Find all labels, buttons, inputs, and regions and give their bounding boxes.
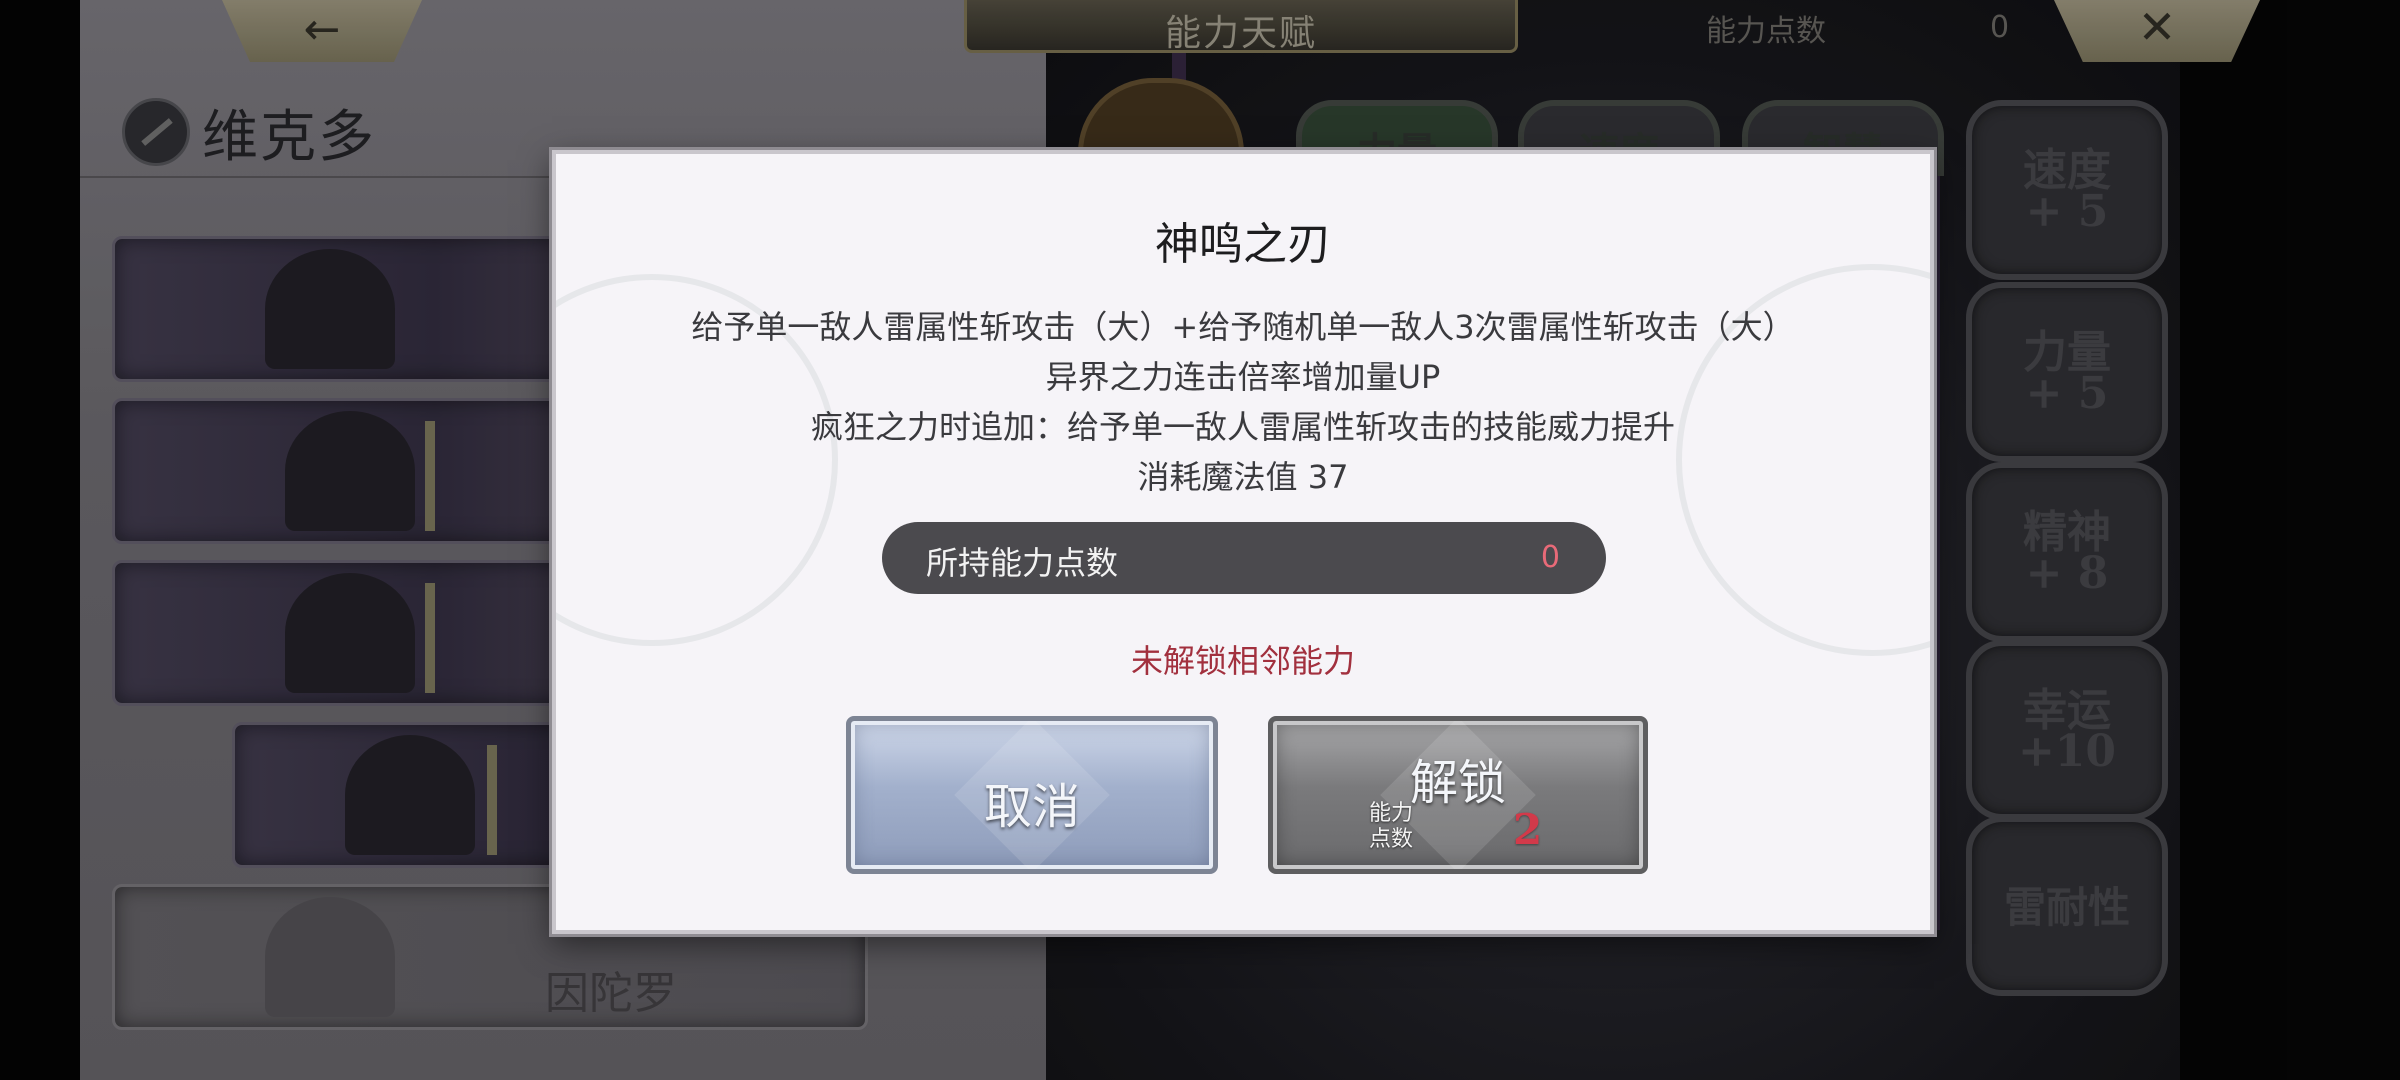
cancel-button-label: 取消: [983, 779, 1080, 835]
owned-points-label: 所持能力点数: [926, 544, 1119, 582]
unlock-ability-dialog: 神鸣之刃 给予单一敌人雷属性斩攻击（大）+给予随机单一敌人3次雷属性斩攻击（大）…: [552, 150, 1934, 934]
unlock-button-label: 解锁: [1409, 755, 1506, 811]
unlock-cost-value: 2: [1513, 805, 1543, 854]
cost-caption-line: 点数: [1369, 827, 1414, 852]
game-screen: 维克多 因陀罗 力量 速度: [0, 0, 2400, 1080]
warning-text: 未解锁相邻能力: [1130, 642, 1355, 680]
unlock-button[interactable]: 解锁 能力 点数 2: [1268, 716, 1648, 874]
cost-caption: 能力 点数: [1369, 801, 1413, 853]
description-line: 异界之力连击倍率增加量UP: [1045, 358, 1441, 396]
owned-points-bar: 所持能力点数 0: [882, 522, 1606, 594]
description-line: 疯狂之力时追加：给予单一敌人雷属性斩攻击的技能威力提升: [810, 408, 1675, 446]
owned-points-value: 0: [1540, 540, 1560, 575]
dialog-title: 神鸣之刃: [1155, 219, 1331, 270]
cost-caption-line: 能力: [1369, 801, 1414, 826]
ability-description: 给予单一敌人雷属性斩攻击（大）+给予随机单一敌人3次雷属性斩攻击（大） 异界之力…: [556, 302, 1930, 502]
description-line: 消耗魔法值 37: [1137, 458, 1349, 496]
description-line: 给予单一敌人雷属性斩攻击（大）+给予随机单一敌人3次雷属性斩攻击（大）: [691, 308, 1795, 346]
cancel-button[interactable]: 取消: [846, 716, 1218, 874]
